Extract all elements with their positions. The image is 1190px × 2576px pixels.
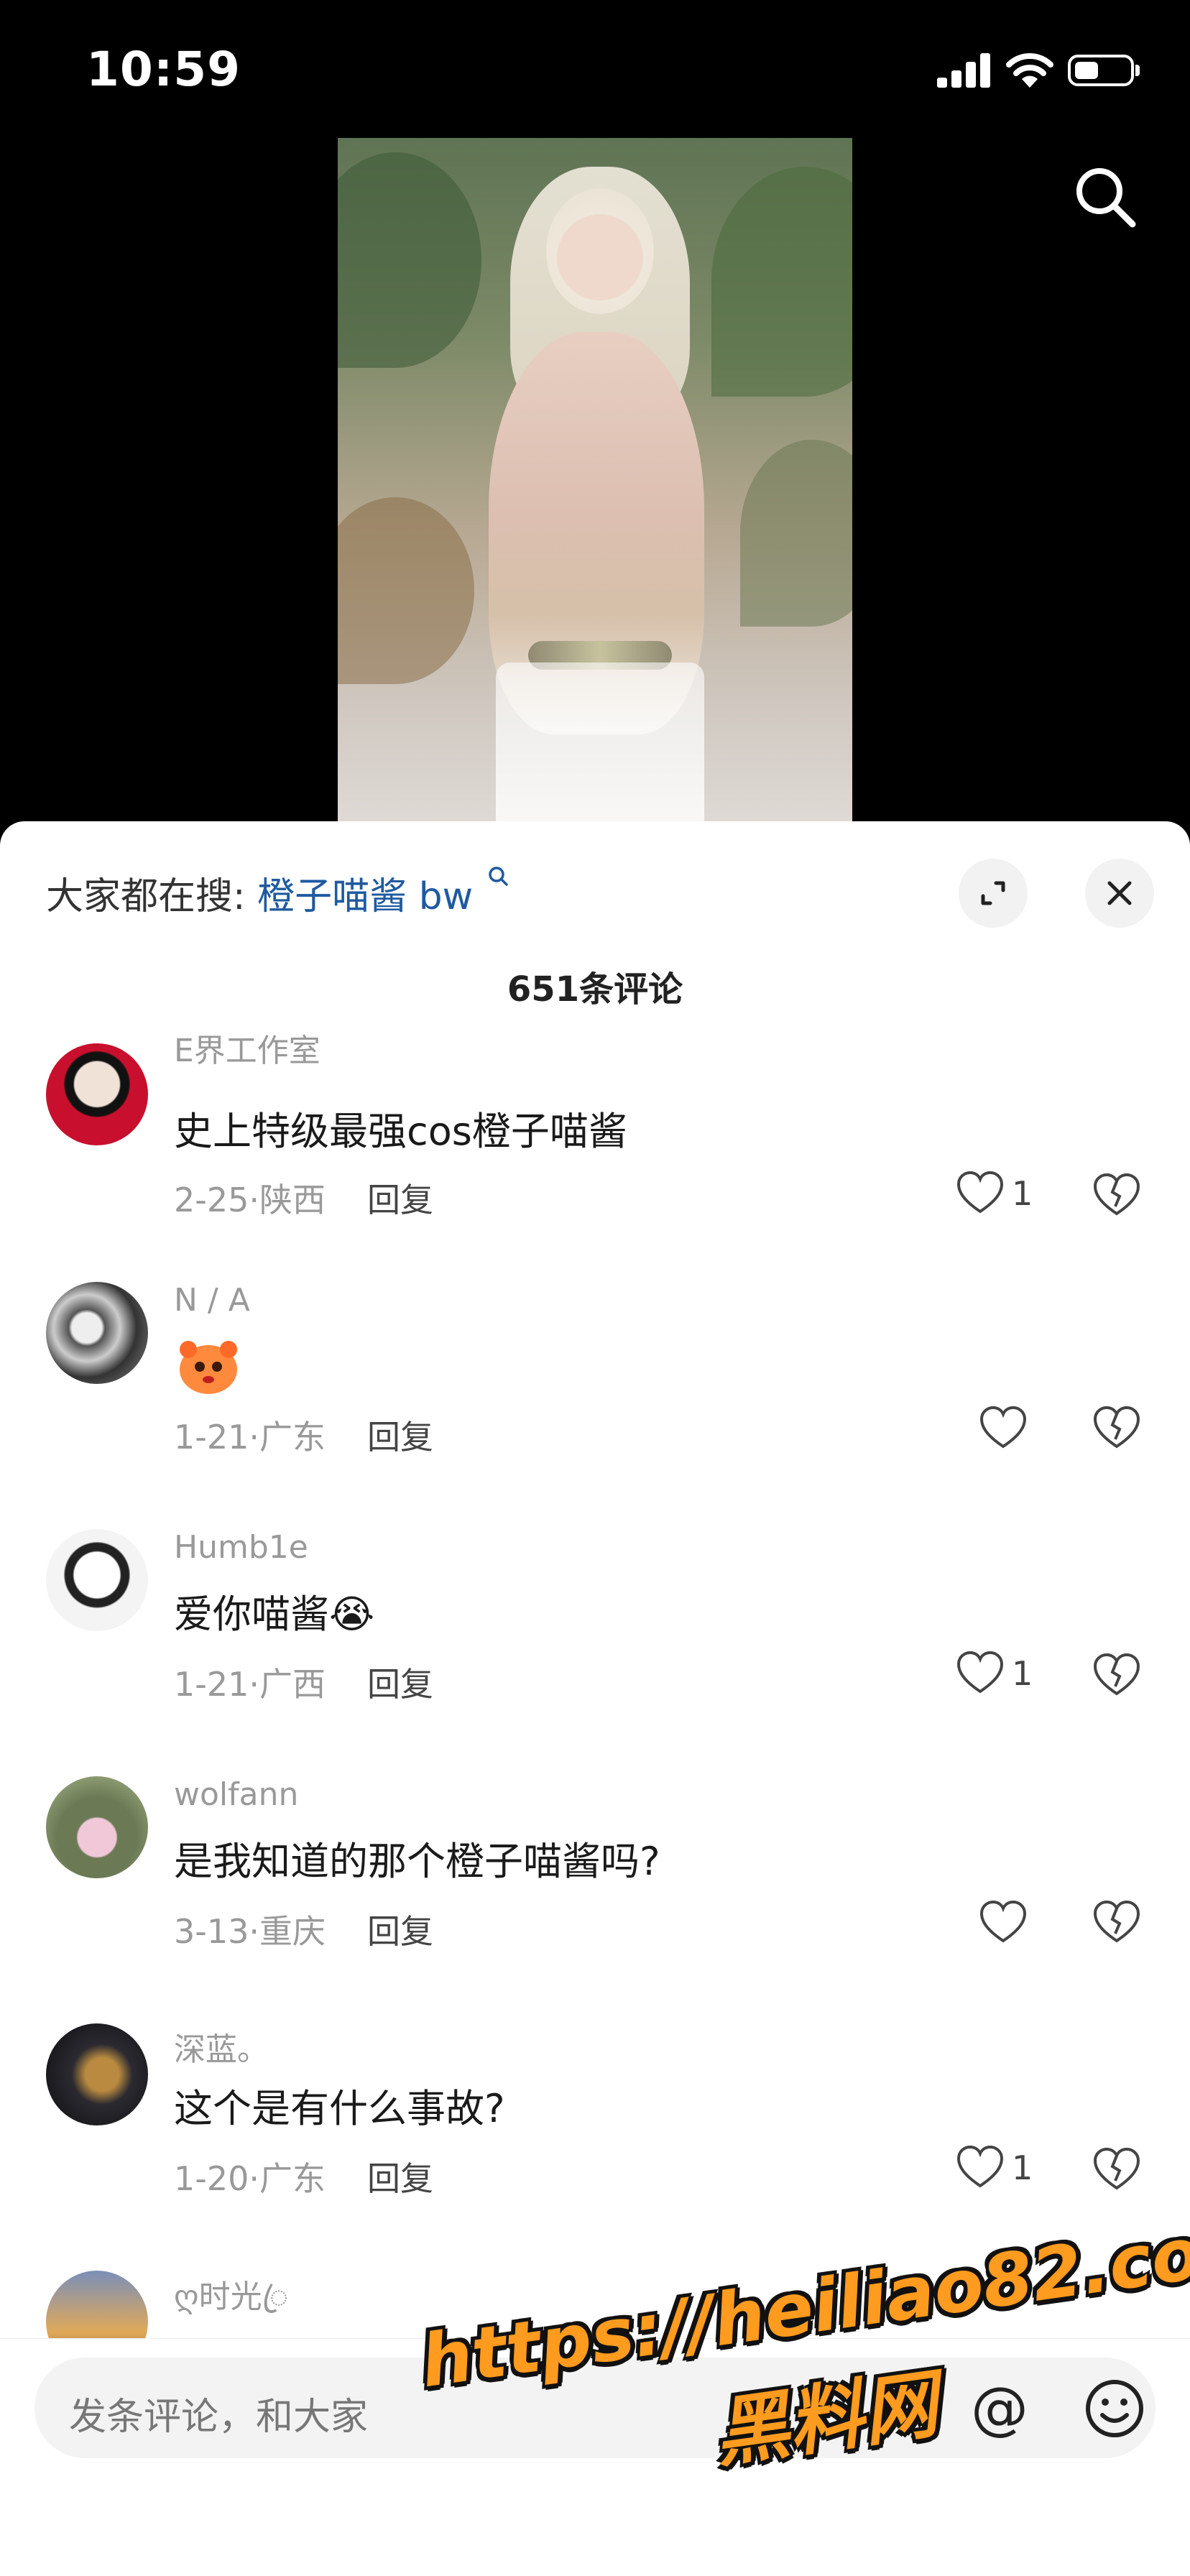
wifi-icon xyxy=(1006,53,1053,88)
status-time: 10:59 xyxy=(86,42,241,97)
avatar[interactable] xyxy=(46,1043,148,1145)
broken-heart-icon[interactable] xyxy=(1092,1897,1141,1947)
comment-item: 深蓝。 这个是有什么事故? 1-20·广东 回复 1 xyxy=(0,2023,1190,2239)
avatar[interactable] xyxy=(46,1529,148,1631)
like-button[interactable]: 1 xyxy=(956,1650,1033,1700)
hot-search-term[interactable]: 橙子喵酱 bw xyxy=(257,875,473,918)
emoji-icon[interactable] xyxy=(1084,2378,1145,2439)
comment-text: 爱你喵酱😭 xyxy=(174,1592,375,1637)
reply-button[interactable]: 回复 xyxy=(367,1906,433,1953)
broken-heart-icon[interactable] xyxy=(1092,1170,1141,1220)
broken-heart-icon[interactable] xyxy=(1092,2144,1141,2194)
comment-item: Humb1e 爱你喵酱😭 1-21·广西 回复 1 xyxy=(0,1529,1190,1745)
like-count: 1 xyxy=(1012,1174,1033,1213)
like-count: 1 xyxy=(1012,2148,1033,2187)
like-count: 1 xyxy=(1012,1654,1033,1693)
broken-heart-icon[interactable] xyxy=(1092,1650,1141,1700)
mention-button[interactable]: @ xyxy=(969,2378,1030,2439)
comment-text: 史上特级最强cos橙子喵酱 xyxy=(174,1109,627,1154)
sticker-emoji xyxy=(180,1341,237,1394)
comment-meta: 1-20·广东 回复 xyxy=(174,2153,433,2200)
comment-date: 1-21·广东 xyxy=(174,1418,326,1456)
avatar[interactable] xyxy=(46,1776,148,1878)
comment-input-bar: 发条评论，和大家 @ xyxy=(0,2338,1190,2576)
comment-item: ღ时光ꦿ xyxy=(0,2271,1190,2338)
video-frame[interactable] xyxy=(338,138,852,857)
comment-meta: 1-21·广西 回复 xyxy=(174,1658,433,1706)
reply-button[interactable]: 回复 xyxy=(367,2153,433,2200)
hot-search[interactable]: 大家都在搜: 橙子喵酱 bw xyxy=(46,866,508,920)
like-button[interactable]: 1 xyxy=(956,2144,1033,2194)
close-button[interactable] xyxy=(1085,859,1154,928)
comment-date: 1-20·广东 xyxy=(174,2159,326,2198)
heart-icon[interactable] xyxy=(979,1403,1028,1453)
reply-button[interactable]: 回复 xyxy=(367,1658,433,1706)
comment-input-placeholder: 发条评论，和大家 xyxy=(69,2396,369,2439)
like-button[interactable]: 1 xyxy=(956,1170,1033,1220)
expand-button[interactable] xyxy=(959,859,1028,928)
comment-username[interactable]: Humb1e xyxy=(174,1529,308,1566)
reply-button[interactable]: 回复 xyxy=(367,1174,433,1222)
battery-icon xyxy=(1068,55,1140,86)
comment-count: 651条评论 xyxy=(507,969,683,1010)
search-icon xyxy=(488,867,508,886)
expand-icon xyxy=(981,881,1005,905)
avatar[interactable] xyxy=(46,2023,148,2125)
broken-heart-icon[interactable] xyxy=(1092,1403,1141,1453)
cellular-signal-icon xyxy=(937,53,992,88)
comment-date: 1-21·广西 xyxy=(174,1665,326,1704)
status-bar: 10:59 xyxy=(0,0,1190,137)
heart-icon xyxy=(956,2145,1004,2188)
comment-meta: 3-13·重庆 回复 xyxy=(174,1906,433,1953)
avatar[interactable] xyxy=(46,1282,148,1384)
comment-input[interactable]: 发条评论，和大家 @ xyxy=(34,2358,1156,2458)
close-icon xyxy=(1107,881,1132,905)
search-icon[interactable] xyxy=(1071,162,1140,231)
avatar[interactable] xyxy=(46,2271,148,2338)
comment-username[interactable]: 深蓝。 xyxy=(174,2023,269,2069)
heart-icon xyxy=(956,1171,1004,1214)
comment-meta: 1-21·广东 回复 xyxy=(174,1411,433,1459)
comment-username[interactable]: N / A xyxy=(174,1282,250,1319)
comment-username[interactable]: wolfann xyxy=(174,1776,298,1813)
comment-text: 这个是有什么事故? xyxy=(174,2086,505,2131)
comment-date: 3-13·重庆 xyxy=(174,1912,326,1951)
comment-username[interactable]: ღ时光ꦿ xyxy=(174,2271,288,2337)
figure-head xyxy=(546,188,654,314)
heart-icon xyxy=(956,1651,1004,1694)
comment-username[interactable]: E界工作室 xyxy=(174,1025,320,1071)
comment-item: E界工作室 史上特级最强cos橙子喵酱 2-25·陕西 回复 1 xyxy=(0,1033,1190,1250)
comment-date: 2-25·陕西 xyxy=(174,1181,326,1219)
heart-icon[interactable] xyxy=(979,1897,1028,1947)
hot-search-prefix: 大家都在搜: xyxy=(46,875,246,918)
reply-button[interactable]: 回复 xyxy=(367,1411,433,1459)
battery-level xyxy=(1075,62,1098,79)
comment-meta: 2-25·陕西 回复 xyxy=(174,1174,433,1222)
comment-item: wolfann 是我知道的那个橙子喵酱吗? 3-13·重庆 回复 xyxy=(0,1776,1190,1992)
comment-text: 是我知道的那个橙子喵酱吗? xyxy=(174,1839,660,1884)
comment-item: N / A 1-21·广东 回复 xyxy=(0,1282,1190,1497)
